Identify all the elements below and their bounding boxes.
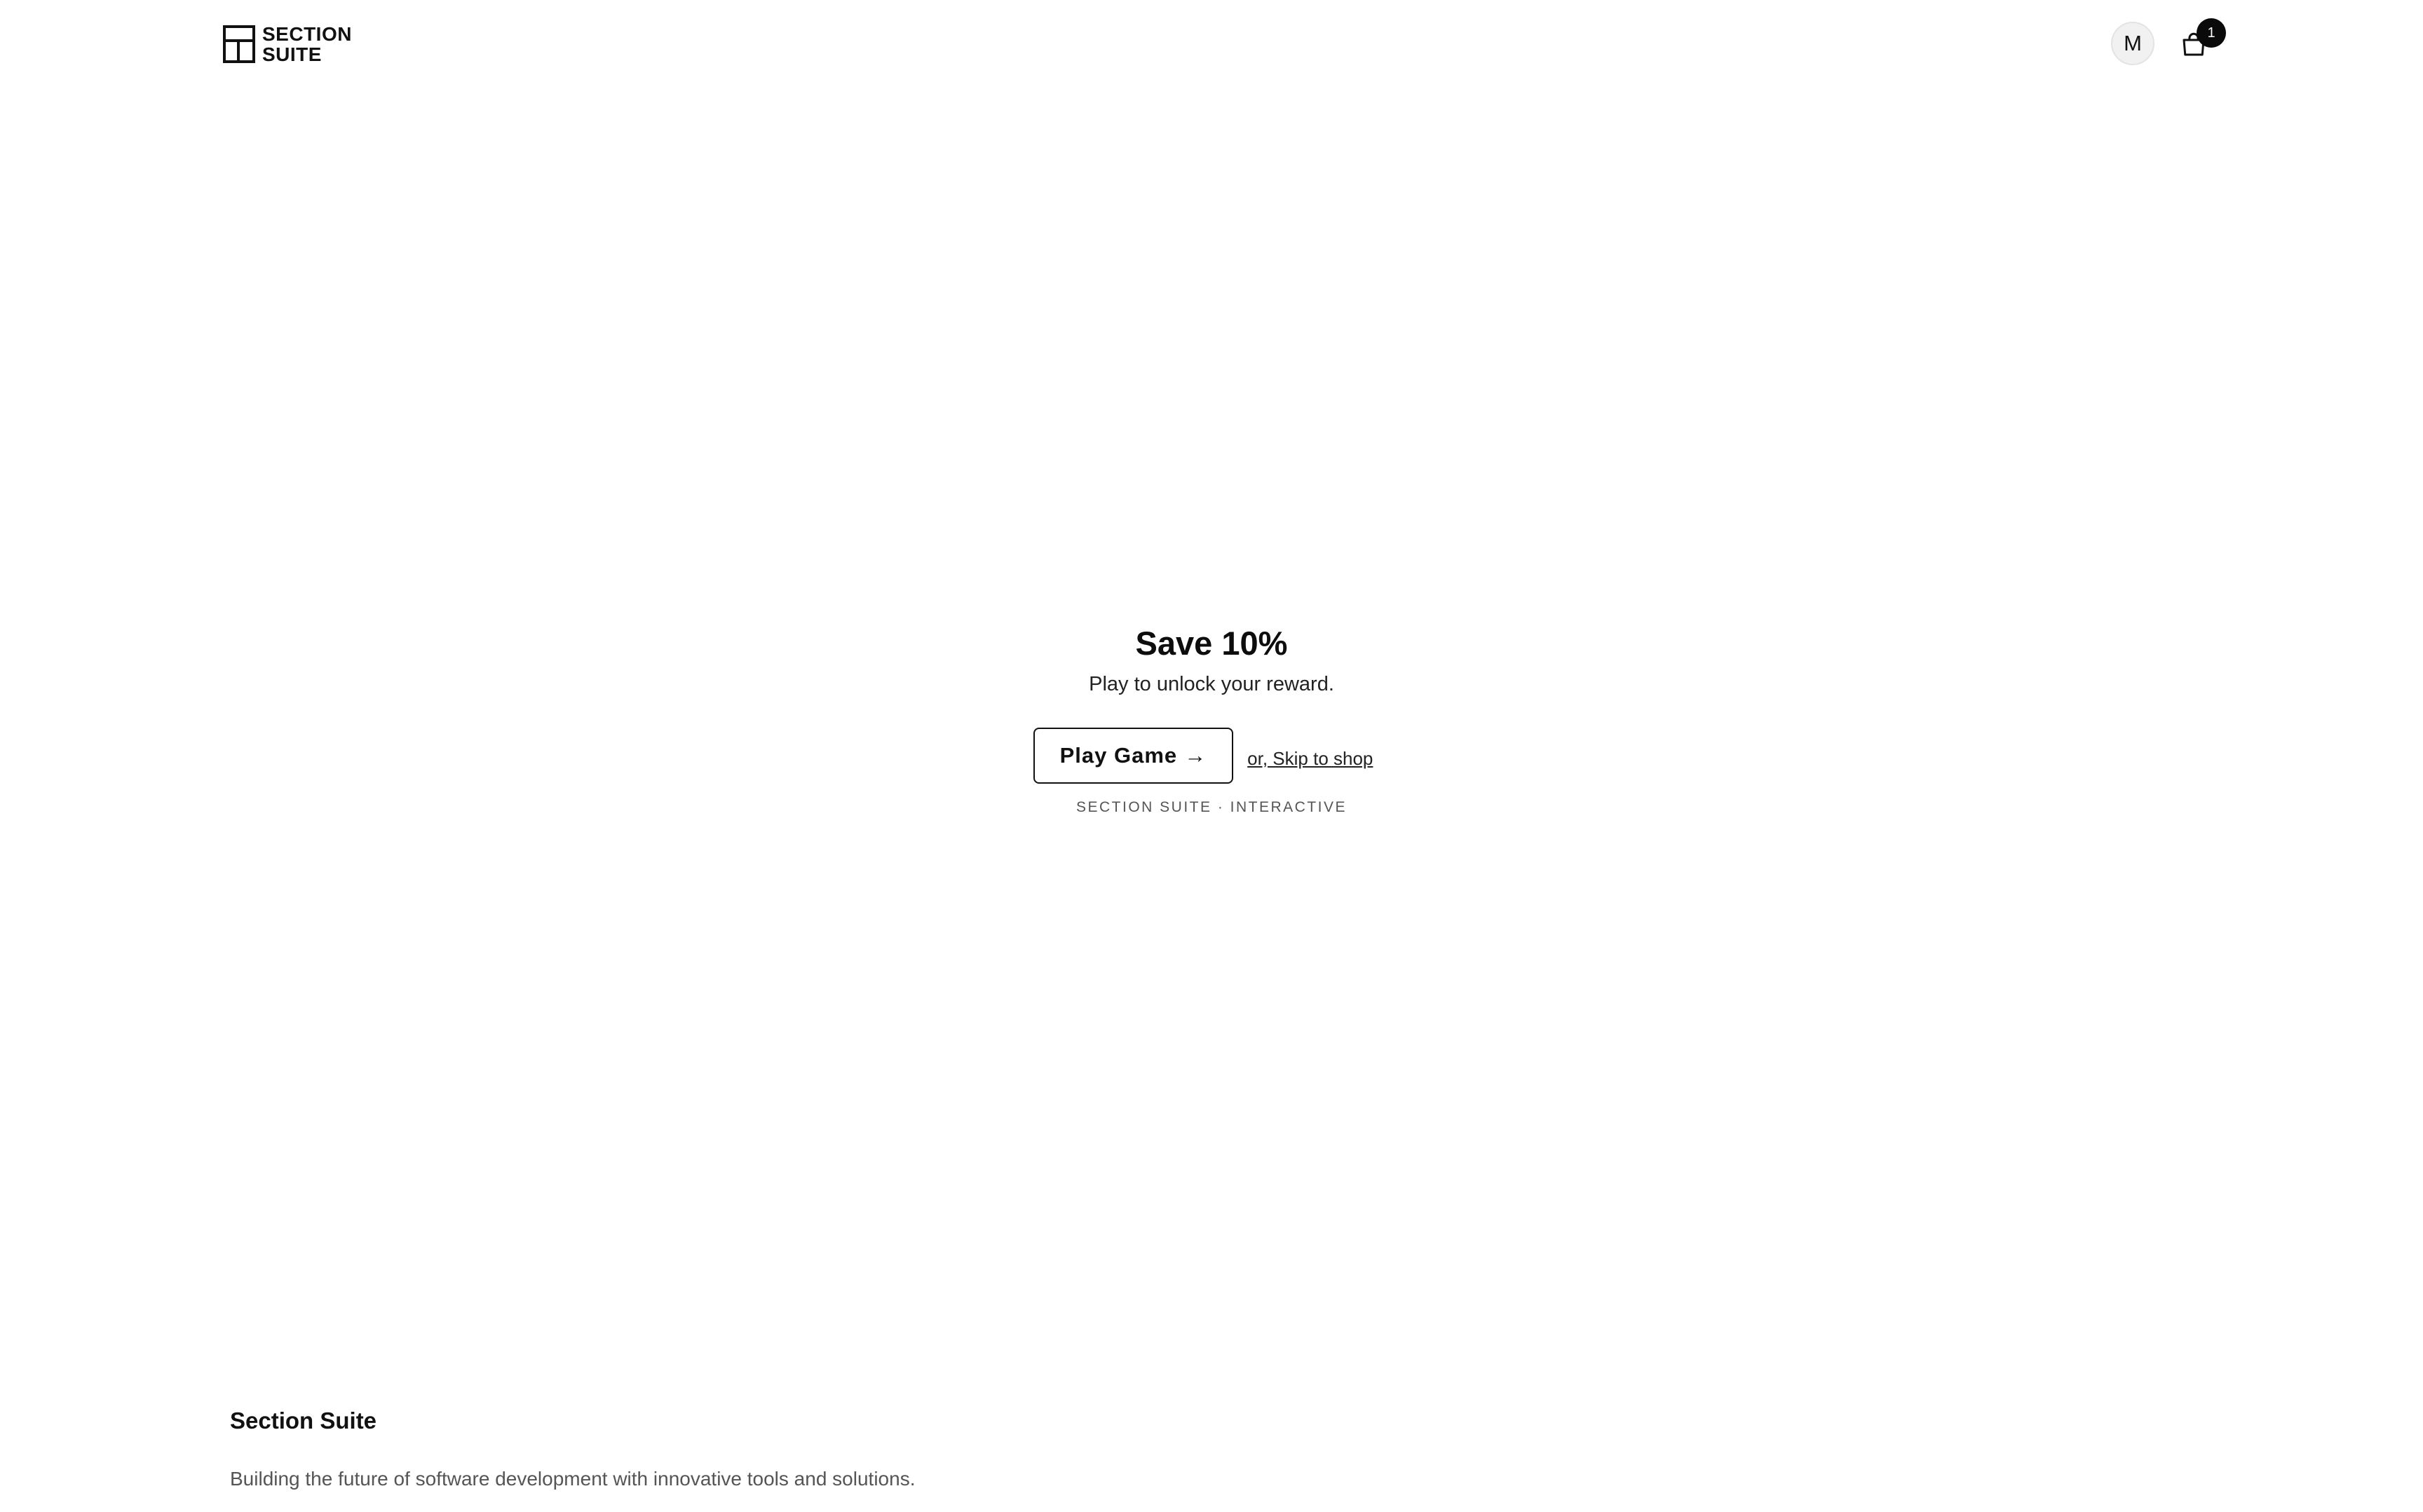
brand-name-line1: SECTION [262,23,352,45]
hero-subtitle: Play to unlock your reward. [1089,673,1334,695]
site-header: SECTION SUITE M 1 [0,0,2423,91]
arrow-right-icon: → [1184,743,1207,768]
cart-count-badge: 1 [2197,18,2226,48]
grid-logo-icon [223,25,255,63]
cart-button[interactable]: 1 [2179,18,2226,62]
brand-logo-link[interactable]: SECTION SUITE [223,23,352,65]
account-avatar-button[interactable]: M [2111,22,2154,65]
footer-description: Building the future of software developm… [230,1468,916,1490]
play-game-button[interactable]: Play Game → [1033,728,1234,784]
skip-to-shop-link[interactable]: or, Skip to shop [1247,748,1373,770]
reward-hero: Save 10% Play to unlock your reward. Pla… [0,624,2423,816]
page: SECTION SUITE M 1 Save 10% Play to unloc… [0,0,2423,1512]
play-game-label: Play Game [1059,743,1178,768]
hero-caption: SECTION SUITE · INTERACTIVE [1075,799,1348,815]
footer-title: Section Suite [230,1408,377,1433]
cta-row: Play Game → or, Skip to shop [0,728,2415,784]
site-footer: Section Suite Building the future of sof… [230,1408,915,1490]
hero-title: Save 10% [1135,625,1288,662]
brand-name-line2: SUITE [262,43,322,65]
brand-name: SECTION SUITE [262,24,352,64]
